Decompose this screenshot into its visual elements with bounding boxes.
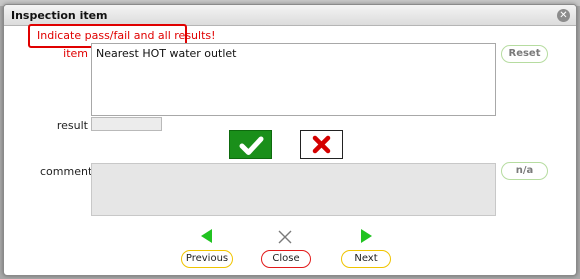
close-button[interactable]: Close [261,250,311,268]
close-x-icon[interactable] [278,230,292,244]
na-button[interactable]: n/a [501,162,548,180]
item-label: item [63,47,88,60]
inspection-item-dialog: Inspection item ✕ Indicate pass/fail and… [3,4,577,276]
item-field[interactable]: Nearest HOT water outlet [91,43,496,116]
previous-arrow-icon[interactable] [199,228,215,244]
next-button[interactable]: Next [341,250,391,268]
next-arrow-icon[interactable] [358,228,374,244]
reset-button[interactable]: Reset [501,45,548,63]
close-circle-icon[interactable]: ✕ [557,9,570,22]
result-field[interactable] [91,117,162,131]
comment-field[interactable] [91,163,496,216]
fail-button[interactable] [300,130,343,159]
dialog-titlebar: Inspection item ✕ [4,5,576,26]
checkmark-icon [239,136,264,155]
result-label: result [56,119,88,132]
dialog-title: Inspection item [11,9,108,22]
previous-button[interactable]: Previous [181,250,233,268]
x-icon [312,135,331,154]
comment-label: comment [40,165,93,178]
pass-button[interactable] [229,130,272,159]
